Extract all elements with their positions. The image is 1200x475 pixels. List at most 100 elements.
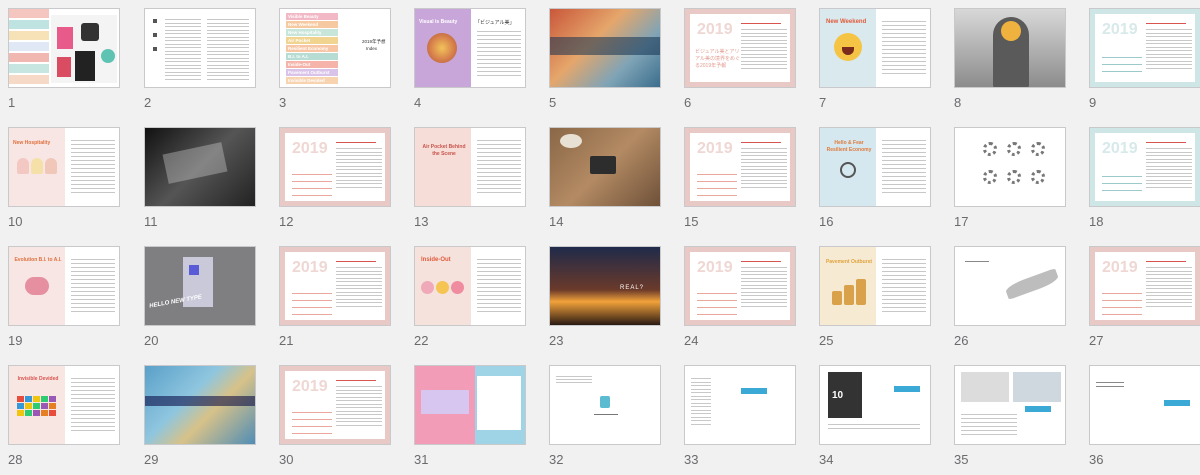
slide-thumbnail-cell[interactable]: 2019 30 bbox=[279, 365, 391, 475]
slide-thumbnail-cell[interactable]: 2019 24 bbox=[684, 246, 796, 356]
slide-number: 4 bbox=[414, 95, 422, 110]
slide-thumbnail[interactable] bbox=[954, 8, 1066, 88]
slide-thumbnail-cell[interactable]: 1 bbox=[8, 8, 120, 118]
slide-thumbnail[interactable] bbox=[549, 8, 661, 88]
toc-band: Inside-Out bbox=[286, 61, 338, 68]
text-line bbox=[71, 430, 115, 431]
text-line bbox=[336, 393, 382, 394]
slide-thumbnail[interactable]: 2019 bbox=[1089, 8, 1200, 88]
slide-thumbnail-cell[interactable]: 33 bbox=[684, 365, 796, 475]
slide-thumbnail[interactable]: New Weekend bbox=[819, 8, 931, 88]
text-line bbox=[207, 71, 249, 73]
text-line bbox=[691, 385, 711, 386]
slide-number: 26 bbox=[954, 333, 969, 348]
slide-thumbnail[interactable] bbox=[954, 127, 1066, 207]
text-line bbox=[741, 155, 787, 156]
text-line bbox=[882, 33, 926, 34]
slide-thumbnail[interactable] bbox=[549, 127, 661, 207]
text-line bbox=[292, 195, 332, 196]
slide-thumbnail[interactable]: Evolution B.I. to A.I. bbox=[8, 246, 120, 326]
slide-thumbnail[interactable] bbox=[414, 365, 526, 445]
slide-thumbnail-cell[interactable]: 2019 12 bbox=[279, 127, 391, 237]
slide-thumbnail[interactable]: 2019 bbox=[684, 246, 796, 326]
slide-thumbnail-cell[interactable]: 2019 9 bbox=[1089, 8, 1200, 118]
text-line bbox=[207, 75, 249, 76]
slide-thumbnail-cell[interactable]: Air Pocket Behind the Scene 13 bbox=[414, 127, 526, 237]
slide-thumbnail-cell[interactable]: 17 bbox=[954, 127, 1066, 237]
slide-thumbnail[interactable]: 2019 ビジュアル美とアリアル美の境界をめぐる2019年予報 bbox=[684, 8, 796, 88]
slide-thumbnail-cell[interactable]: 14 bbox=[549, 127, 661, 237]
slide-thumbnail[interactable] bbox=[549, 365, 661, 445]
slide-thumbnail-cell[interactable]: Pavement Outburst 25 bbox=[819, 246, 931, 356]
slide-thumbnail-cell[interactable]: 5 bbox=[549, 8, 661, 118]
text-line bbox=[477, 75, 521, 76]
slide-thumbnail[interactable] bbox=[144, 127, 256, 207]
slide-thumbnail-cell[interactable]: Evolution B.I. to A.I. 19 bbox=[8, 246, 120, 356]
slide-thumbnail-cell[interactable]: Inside-Out 22 bbox=[414, 246, 526, 356]
slide-thumbnail[interactable] bbox=[144, 365, 256, 445]
slide-thumbnail[interactable]: REAL? bbox=[549, 246, 661, 326]
slide-thumbnail[interactable]: 2019 bbox=[684, 127, 796, 207]
slide-thumbnail-cell[interactable]: 2019 18 bbox=[1089, 127, 1200, 237]
slide-thumbnail[interactable]: 2019 bbox=[279, 246, 391, 326]
text-line bbox=[165, 29, 201, 31]
slide-thumbnail[interactable] bbox=[684, 365, 796, 445]
text-line bbox=[71, 382, 115, 383]
slide-thumbnail[interactable]: HELLO NEW TYPE bbox=[144, 246, 256, 326]
slide-thumbnail-cell[interactable]: 2019 21 bbox=[279, 246, 391, 356]
slide-thumbnail[interactable]: 2019 bbox=[1089, 127, 1200, 207]
slide-thumbnail-cell[interactable]: 36 bbox=[1089, 365, 1200, 475]
slide-thumbnail[interactable]: Visual is Beauty 「ビジュアル美」 bbox=[414, 8, 526, 88]
slide-thumbnail-cell[interactable]: Invisible Devided 28 bbox=[8, 365, 120, 475]
slide-thumbnail[interactable] bbox=[954, 365, 1066, 445]
slide-thumbnail-cell[interactable]: 2019 15 bbox=[684, 127, 796, 237]
slide-thumbnail-cell[interactable]: HELLO NEW TYPE 20 bbox=[144, 246, 256, 356]
slide-thumbnail[interactable]: 10 bbox=[819, 365, 931, 445]
slide-thumbnail-cell[interactable]: 2019 27 bbox=[1089, 246, 1200, 356]
text-line bbox=[741, 43, 787, 44]
slide-thumbnail[interactable]: Hello & Fear Resilient Economy bbox=[819, 127, 931, 207]
slide-thumbnail[interactable]: Inside-Out bbox=[414, 246, 526, 326]
slide-thumbnail-cell[interactable]: New Weekend 7 bbox=[819, 8, 931, 118]
text-line bbox=[691, 378, 711, 379]
slide-thumbnail[interactable]: Visible Beauty New Weekend New Hospitality… bbox=[279, 8, 391, 88]
text-line bbox=[165, 19, 201, 20]
slide-thumbnail[interactable]: New Hospitality bbox=[8, 127, 120, 207]
slide-thumbnail-cell[interactable]: New Hospitality 10 bbox=[8, 127, 120, 237]
slide-thumbnail[interactable]: Pavement Outburst bbox=[819, 246, 931, 326]
slide-thumbnail-cell[interactable]: 32 bbox=[549, 365, 661, 475]
slide-thumbnail-cell[interactable]: Visual is Beauty 「ビジュアル美」 4 bbox=[414, 8, 526, 118]
slide-thumbnail[interactable] bbox=[8, 8, 120, 88]
slide-number: 1 bbox=[8, 95, 16, 110]
slide-thumbnail[interactable] bbox=[1089, 365, 1200, 445]
spinner-icon bbox=[983, 170, 997, 184]
slide-thumbnail-cell[interactable]: 8 bbox=[954, 8, 1066, 118]
slide-thumbnail-cell[interactable]: 11 bbox=[144, 127, 256, 237]
slide-thumbnail-cell[interactable]: Visible Beauty New Weekend New Hospitality… bbox=[279, 8, 391, 118]
slide-thumbnail[interactable]: Invisible Devided bbox=[8, 365, 120, 445]
slide-thumbnail-cell[interactable]: Hello & Fear Resilient Economy 16 bbox=[819, 127, 931, 237]
slide-thumbnail-cell[interactable]: 31 bbox=[414, 365, 526, 475]
slide-thumbnail-cell[interactable]: 2 bbox=[144, 8, 256, 118]
slide-thumbnail-cell[interactable]: 29 bbox=[144, 365, 256, 475]
text-line bbox=[477, 168, 521, 169]
slide-thumbnail-cell[interactable]: 35 bbox=[954, 365, 1066, 475]
slide-number: 3 bbox=[279, 95, 287, 110]
text-line bbox=[477, 291, 521, 292]
slide-thumbnail[interactable] bbox=[144, 8, 256, 88]
slide-thumbnail[interactable] bbox=[954, 246, 1066, 326]
text-line bbox=[477, 283, 521, 284]
slide-thumbnail-cell[interactable]: 10 34 bbox=[819, 365, 931, 475]
text-line bbox=[71, 422, 115, 423]
slide-thumbnail-cell[interactable]: REAL? 23 bbox=[549, 246, 661, 356]
slide-thumbnail[interactable]: 2019 bbox=[279, 365, 391, 445]
slide-thumbnail[interactable]: 2019 bbox=[1089, 246, 1200, 326]
slide-thumbnail[interactable]: 2019 bbox=[279, 127, 391, 207]
text-line bbox=[882, 148, 926, 149]
slide-thumbnail-cell[interactable]: 2019 ビジュアル美とアリアル美の境界をめぐる2019年予報 6 bbox=[684, 8, 796, 118]
text-line bbox=[1102, 64, 1142, 65]
text-line bbox=[477, 287, 521, 288]
slide-thumbnail[interactable]: Air Pocket Behind the Scene bbox=[414, 127, 526, 207]
text-line bbox=[1146, 36, 1192, 37]
slide-thumbnail-cell[interactable]: 26 bbox=[954, 246, 1066, 356]
